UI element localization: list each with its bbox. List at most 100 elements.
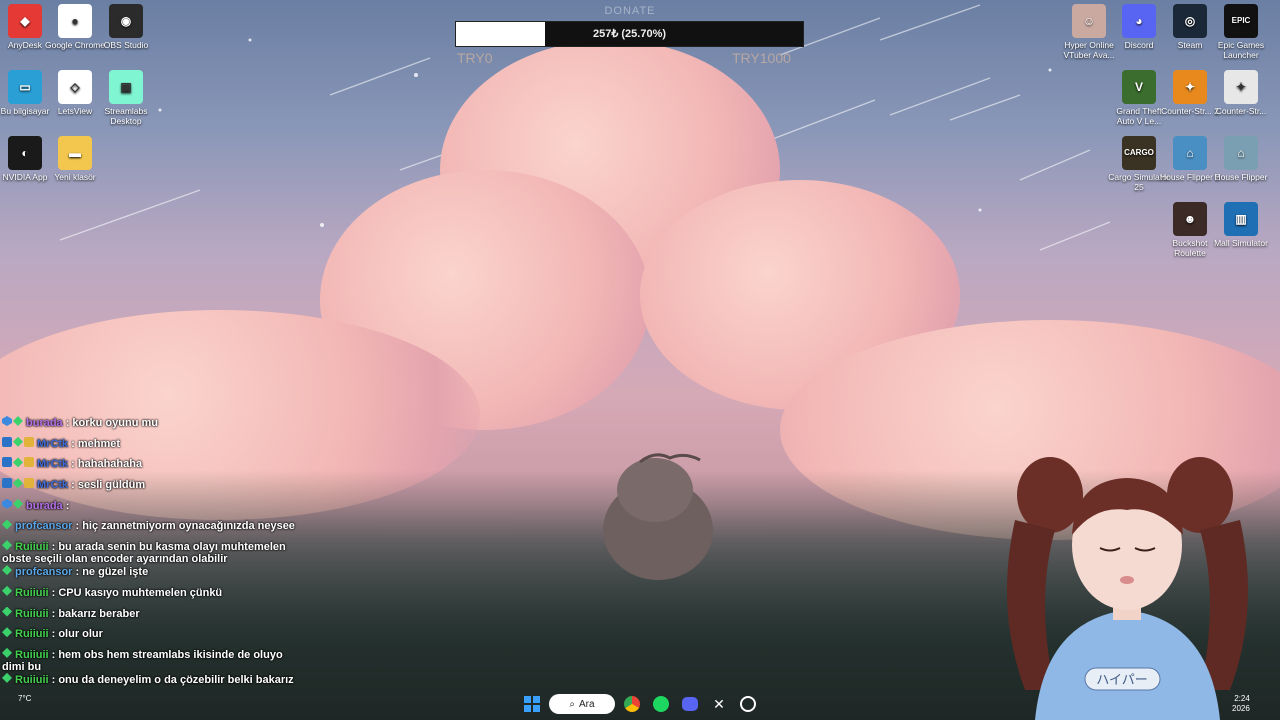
chat-badges — [2, 540, 12, 551]
green-badge-icon — [2, 519, 12, 530]
house-flipper-2-icon: ⌂ — [1173, 136, 1207, 170]
clock-date: 2026 — [1232, 704, 1250, 713]
search-icon: ⌕ — [569, 698, 576, 710]
desktop-icon-house-flipper[interactable]: ⌂ House Flipper — [1210, 136, 1272, 182]
chat-text: : hiç zannetmiyorm oynacağınızda neysee — [75, 520, 295, 533]
windows-icon — [524, 696, 540, 712]
chat-username: burada — [26, 499, 63, 512]
steam-icon: ◎ — [1173, 4, 1207, 38]
green-badge-icon — [2, 540, 12, 551]
green-badge-icon — [2, 565, 12, 576]
desktop-icon-label: House Flipper — [1214, 172, 1268, 182]
buckshot-roulette-icon: ☻ — [1173, 202, 1207, 236]
chat-badges — [2, 565, 12, 576]
obs-icon — [740, 696, 756, 712]
vtuber-avatar: ハイパー — [1007, 457, 1248, 720]
green-badge-icon — [2, 606, 12, 617]
chat-username: MrCtk — [37, 458, 69, 471]
chat-message: Ruiiuii: olur olur — [2, 627, 302, 648]
chat-username: Ruiiuii — [15, 673, 49, 686]
taskbar-capcut[interactable]: ✕ — [707, 692, 731, 716]
chat-username: profcansor — [15, 566, 73, 579]
donate-title: DONATE — [604, 5, 656, 17]
taskbar-clock[interactable]: 2:24 2026 — [1232, 694, 1250, 714]
desktop-icon-label: Mall Simulator — [1214, 238, 1268, 248]
chat-username: profcansor — [15, 520, 73, 533]
chat-badges — [2, 647, 12, 658]
blue-badge-icon — [2, 416, 12, 426]
search-label: Ara — [579, 698, 595, 710]
spotify-icon — [653, 696, 669, 712]
nvidia-app-icon: ◐ — [8, 136, 42, 170]
desktop-icon-yeni-klas-r[interactable]: ▬ Yeni klasör — [44, 136, 106, 182]
anydesk-icon: ◆ — [8, 4, 42, 38]
chat-message: MrCtk: hahahahaha — [2, 457, 302, 478]
chrome-icon — [624, 696, 640, 712]
mod-badge-icon — [2, 457, 12, 468]
chat-text: : olur olur — [51, 628, 103, 641]
chat-username: burada — [26, 417, 63, 429]
desktop-icon-label: Yeni klasör — [54, 172, 96, 182]
desktop-icon-obs-studio[interactable]: ◉ OBS Studio — [95, 4, 157, 50]
donate-progress-text: 257₺ (25.70%) — [592, 28, 667, 40]
discord-icon: ◕ — [1122, 4, 1156, 38]
chat-text: : korku oyunu mu — [65, 417, 158, 429]
chat-username: MrCtk — [37, 479, 69, 492]
chat-message: Ruiiuii: CPU kasıyo muhtemelen çünkü — [2, 585, 302, 607]
desktop-icon-label: Streamlabs Desktop — [104, 106, 148, 126]
taskbar-discord[interactable] — [678, 692, 702, 716]
desktop-icon-mall-simulator[interactable]: ▥ Mall Simulator — [1210, 202, 1272, 248]
mod-badge-icon — [2, 478, 12, 489]
blue-badge-icon — [2, 498, 12, 509]
green-badge-icon — [13, 416, 23, 426]
chat-badges — [2, 498, 23, 509]
donate-progress-bar: 257₺ (25.70%) — [455, 21, 804, 47]
google-chrome-icon: ● — [58, 4, 92, 38]
epic-games-launcher-icon: EPIC — [1224, 4, 1258, 38]
desktop-icon-streamlabs-desktop[interactable]: ▣ Streamlabs Desktop — [95, 70, 157, 126]
chat-message: MrCtk: mehmet — [2, 436, 302, 458]
streamlabs-desktop-icon: ▣ — [109, 70, 143, 104]
letsview-icon: ◇ — [58, 70, 92, 104]
chat-text: : onu da deneyelim o da çözebilir belki … — [51, 673, 294, 686]
green-badge-icon — [2, 647, 12, 658]
green-badge-icon — [13, 478, 23, 489]
chat-username: Ruiiuii — [15, 648, 49, 661]
chat-username: MrCtk — [37, 437, 69, 450]
creature-figure — [603, 453, 713, 580]
chat-text: : — [65, 499, 70, 512]
taskbar-obs[interactable] — [736, 692, 760, 716]
desktop-icon-counter-str[interactable]: ✦ Counter-Str... — [1210, 70, 1272, 116]
stream-chat: burada: korku oyunu mu MrCtk: mehmet MrCtk… — [2, 416, 302, 694]
desktop-icon-epic-games-launcher[interactable]: EPIC Epic Games Launcher — [1210, 4, 1272, 60]
chat-text: : CPU kasıyo muhtemelen çünkü — [51, 586, 223, 599]
chat-badges — [2, 585, 12, 596]
taskbar-spotify[interactable] — [649, 692, 673, 716]
desktop-icon-label: Counter-Str... — [1215, 106, 1267, 116]
vtuber-shirt-text: ハイパー — [1096, 673, 1147, 688]
house-flipper-icon: ⌂ — [1224, 136, 1258, 170]
mod-badge-icon — [2, 436, 12, 447]
chat-badges — [2, 478, 34, 489]
bu-bilgisayar-icon: ▭ — [8, 70, 42, 104]
gold-badge-icon — [24, 457, 34, 468]
taskbar-search[interactable]: ⌕ Ara — [549, 694, 615, 714]
taskbar-chrome[interactable] — [620, 692, 644, 716]
start-button[interactable] — [520, 692, 544, 716]
chat-text: : sesli güldüm — [71, 479, 146, 492]
mall-simulator-icon: ▥ — [1224, 202, 1258, 236]
counter-str-2-icon: ✦ — [1173, 70, 1207, 104]
chat-badges — [2, 457, 34, 468]
chat-username: Ruiiuii — [15, 628, 49, 641]
weather-widget[interactable]: 7°C — [18, 694, 31, 703]
gold-badge-icon — [24, 478, 34, 489]
green-badge-icon — [2, 627, 12, 638]
green-badge-icon — [13, 457, 23, 468]
chat-text: : ne güzel işte — [75, 566, 149, 579]
chat-message: Ruiiuii: bu arada senin bu kasma olayı m… — [2, 540, 302, 565]
chat-text: : hahahahaha — [71, 458, 143, 471]
chat-badges — [2, 627, 12, 638]
capcut-icon: ✕ — [713, 695, 725, 712]
chat-badges — [2, 416, 23, 426]
chat-text: : bakarız beraber — [51, 607, 140, 620]
